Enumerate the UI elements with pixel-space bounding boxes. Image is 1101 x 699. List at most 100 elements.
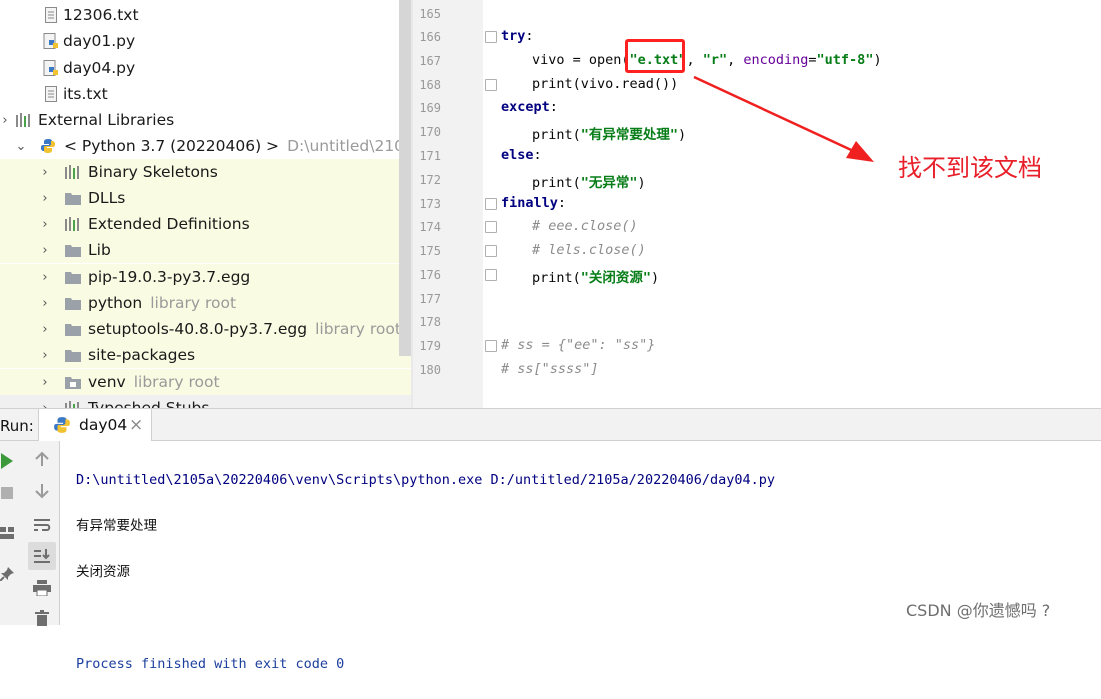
run-side-toolbar [0, 441, 60, 626]
arrow-down-icon[interactable] [30, 479, 54, 503]
chevron-right-icon[interactable]: › [40, 243, 50, 258]
folder-name: setuptools-40.8.0-py3.7.egg [88, 320, 308, 338]
string-literal: "r" [702, 52, 728, 68]
library-icon [65, 216, 81, 232]
run-tab-label: day04 [79, 416, 128, 434]
tree-item-venv[interactable]: › venv library root [0, 369, 411, 395]
python-file-icon [43, 60, 59, 76]
code-line-166: try: [501, 28, 534, 44]
console-output-line: 关闭资源 [76, 564, 130, 580]
chevron-right-icon[interactable]: › [40, 270, 50, 285]
library-icon [65, 164, 81, 180]
tree-item-typeshed-stubs[interactable]: › Typeshed Stubs [0, 395, 411, 408]
console-exit-line: Process finished with exit code 0 [76, 656, 345, 672]
run-console-output[interactable]: D:\untitled\2105a\20220406\venv\Scripts\… [76, 446, 775, 699]
line-number: 166 [419, 30, 441, 44]
folder-icon [65, 347, 81, 363]
line-number: 168 [419, 78, 441, 92]
arrow-up-icon[interactable] [30, 447, 54, 471]
line-number: 172 [419, 173, 441, 187]
run-tab-day04[interactable]: day04 × [38, 409, 152, 441]
layout-icon[interactable] [0, 521, 14, 545]
python-file-icon [43, 33, 59, 49]
tree-item-label: External Libraries [38, 111, 175, 129]
fold-marker-icon[interactable] [485, 31, 497, 43]
tree-item-external-libraries[interactable]: › External Libraries [0, 107, 411, 133]
soft-wrap-icon[interactable] [30, 513, 54, 537]
library-root-hint: library root [150, 294, 237, 312]
tree-item-site-packages[interactable]: › site-packages [0, 342, 411, 368]
tree-item-day01-py[interactable]: day01.py [0, 28, 411, 54]
chevron-right-icon[interactable]: › [40, 217, 50, 232]
stop-icon[interactable] [0, 481, 14, 505]
tree-item-setuptools-egg[interactable]: › setuptools-40.8.0-py3.7.egg library roo… [0, 316, 411, 342]
text-file-icon [43, 7, 59, 23]
folder-icon [65, 295, 81, 311]
code-line-180: # ss["ssss"] [501, 361, 599, 377]
tree-item-label: Binary Skeletons [88, 163, 218, 181]
fold-marker-icon[interactable] [485, 245, 497, 257]
python-file-icon [53, 416, 71, 438]
chevron-right-icon[interactable]: › [40, 296, 50, 311]
pin-icon[interactable] [0, 562, 14, 586]
tree-scrollbar[interactable] [399, 0, 411, 356]
scroll-to-end-icon[interactable] [28, 542, 56, 570]
run-toolbar: Run: day04 × [0, 408, 1101, 441]
string-literal: "关闭资源" [580, 270, 652, 286]
tree-item-day04-py[interactable]: day04.py [0, 55, 411, 81]
folder-icon [65, 269, 81, 285]
annotation-text: 找不到该文档 [898, 154, 1042, 182]
punct: , [727, 52, 744, 68]
rerun-icon[interactable] [0, 449, 14, 473]
watermark: CSDN @你遗憾吗 ? [906, 601, 1051, 620]
tree-item-dlls[interactable]: › DLLs [0, 185, 411, 211]
code-line-179: # ss = {"ee": "ss"} [501, 337, 656, 353]
keyword-try: try [501, 28, 526, 44]
chevron-right-icon[interactable]: › [40, 191, 50, 206]
tree-item-label: < Python 3.7 (20220406) > D:\untitled\210… [64, 137, 411, 155]
tree-item-lib[interactable]: › Lib [0, 237, 411, 263]
punct: = [808, 52, 817, 68]
folder-name: python [88, 294, 143, 312]
tree-item-extended-definitions[interactable]: › Extended Definitions [0, 211, 411, 237]
chevron-down-icon[interactable]: ⌄ [16, 139, 27, 154]
named-param: encoding [743, 52, 809, 68]
tree-item-python[interactable]: › python library root [0, 290, 411, 316]
fold-marker-icon[interactable] [485, 269, 497, 281]
fold-marker-icon[interactable] [485, 221, 497, 233]
trash-icon[interactable] [30, 606, 54, 630]
punct: : [549, 99, 558, 115]
tree-item-12306-txt[interactable]: 12306.txt [0, 2, 411, 28]
chevron-right-icon[interactable]: › [40, 348, 50, 363]
chevron-right-icon[interactable]: › [40, 165, 50, 180]
chevron-right-icon[interactable]: › [0, 113, 10, 128]
close-icon[interactable]: × [129, 415, 143, 435]
console-command-line[interactable]: D:\untitled\2105a\20220406\venv\Scripts\… [76, 469, 775, 492]
chevron-right-icon[interactable]: › [40, 322, 50, 337]
tree-item-pip-egg[interactable]: › pip-19.0.3-py3.7.egg [0, 264, 411, 290]
tree-item-label: 12306.txt [63, 6, 139, 24]
code-text: print( [532, 270, 581, 286]
line-number: 178 [419, 315, 441, 329]
chevron-right-icon[interactable]: › [40, 375, 50, 390]
code-editor[interactable]: 165 166 167 168 169 170 171 172 173 174 … [413, 0, 1101, 408]
line-number: 179 [419, 339, 441, 353]
fold-marker-icon[interactable] [485, 198, 497, 210]
tree-item-binary-skeletons[interactable]: › Binary Skeletons [0, 159, 411, 185]
code-line-170: print("有异常要处理") [532, 123, 686, 143]
code-line-176: print("关闭资源") [532, 266, 659, 286]
code-text: vivo = open( [532, 52, 630, 68]
punct: : [533, 147, 542, 163]
fold-marker-icon[interactable] [485, 79, 497, 91]
library-root-hint: library root [133, 373, 220, 391]
punct: : [557, 195, 567, 211]
fold-marker-icon[interactable] [485, 340, 497, 352]
tree-item-label: python library root [88, 294, 236, 312]
code-line-175: # lels.close() [532, 242, 646, 258]
tree-item-its-txt[interactable]: its.txt [0, 81, 411, 107]
string-literal: "无异常" [580, 175, 638, 191]
library-root-hint: library root [315, 320, 401, 338]
print-icon[interactable] [30, 576, 54, 600]
chevron-right-icon[interactable]: › [40, 401, 50, 409]
tree-item-python-sdk[interactable]: ⌄ < Python 3.7 (20220406) > D:\untitled\2… [0, 133, 411, 159]
